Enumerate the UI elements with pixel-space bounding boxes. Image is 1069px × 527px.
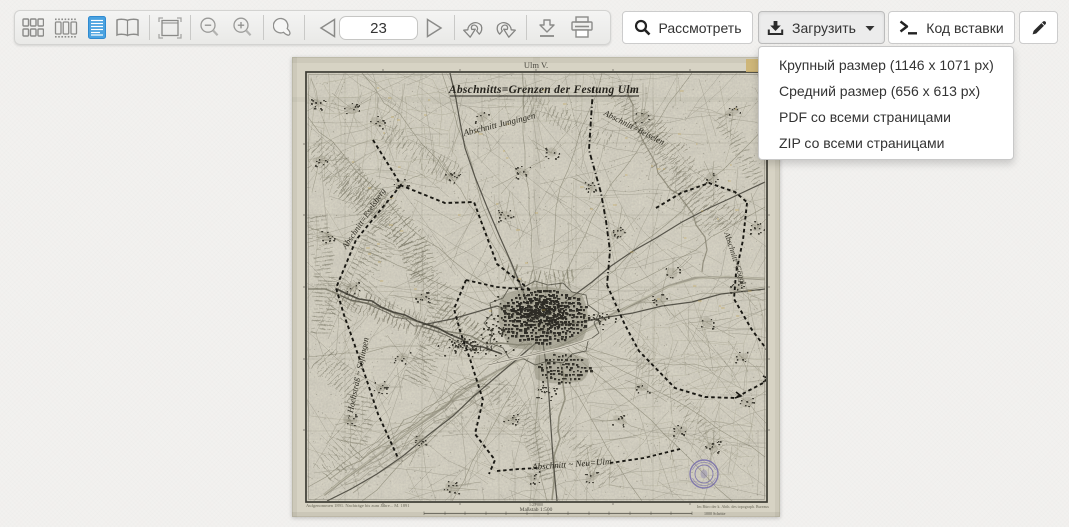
svg-text:Abschnitts=Grenzen der Festung: Abschnitts=Grenzen der Festung Ulm [448,84,639,96]
svg-text:Ulm V.: Ulm V. [524,60,548,70]
svg-text:ULM: ULM [472,344,494,353]
svg-text:Im Büro der k. Abth. des topog: Im Büro der k. Abth. des topograph. Bure… [697,504,769,509]
svg-text:Maßstab 1:500: Maßstab 1:500 [520,506,553,513]
svg-text:Aufgenommen 1891. Nachträge bi: Aufgenommen 1891. Nachträge bis zum Jahr… [306,503,409,508]
svg-text:1000 Schritte: 1000 Schritte [704,511,726,516]
